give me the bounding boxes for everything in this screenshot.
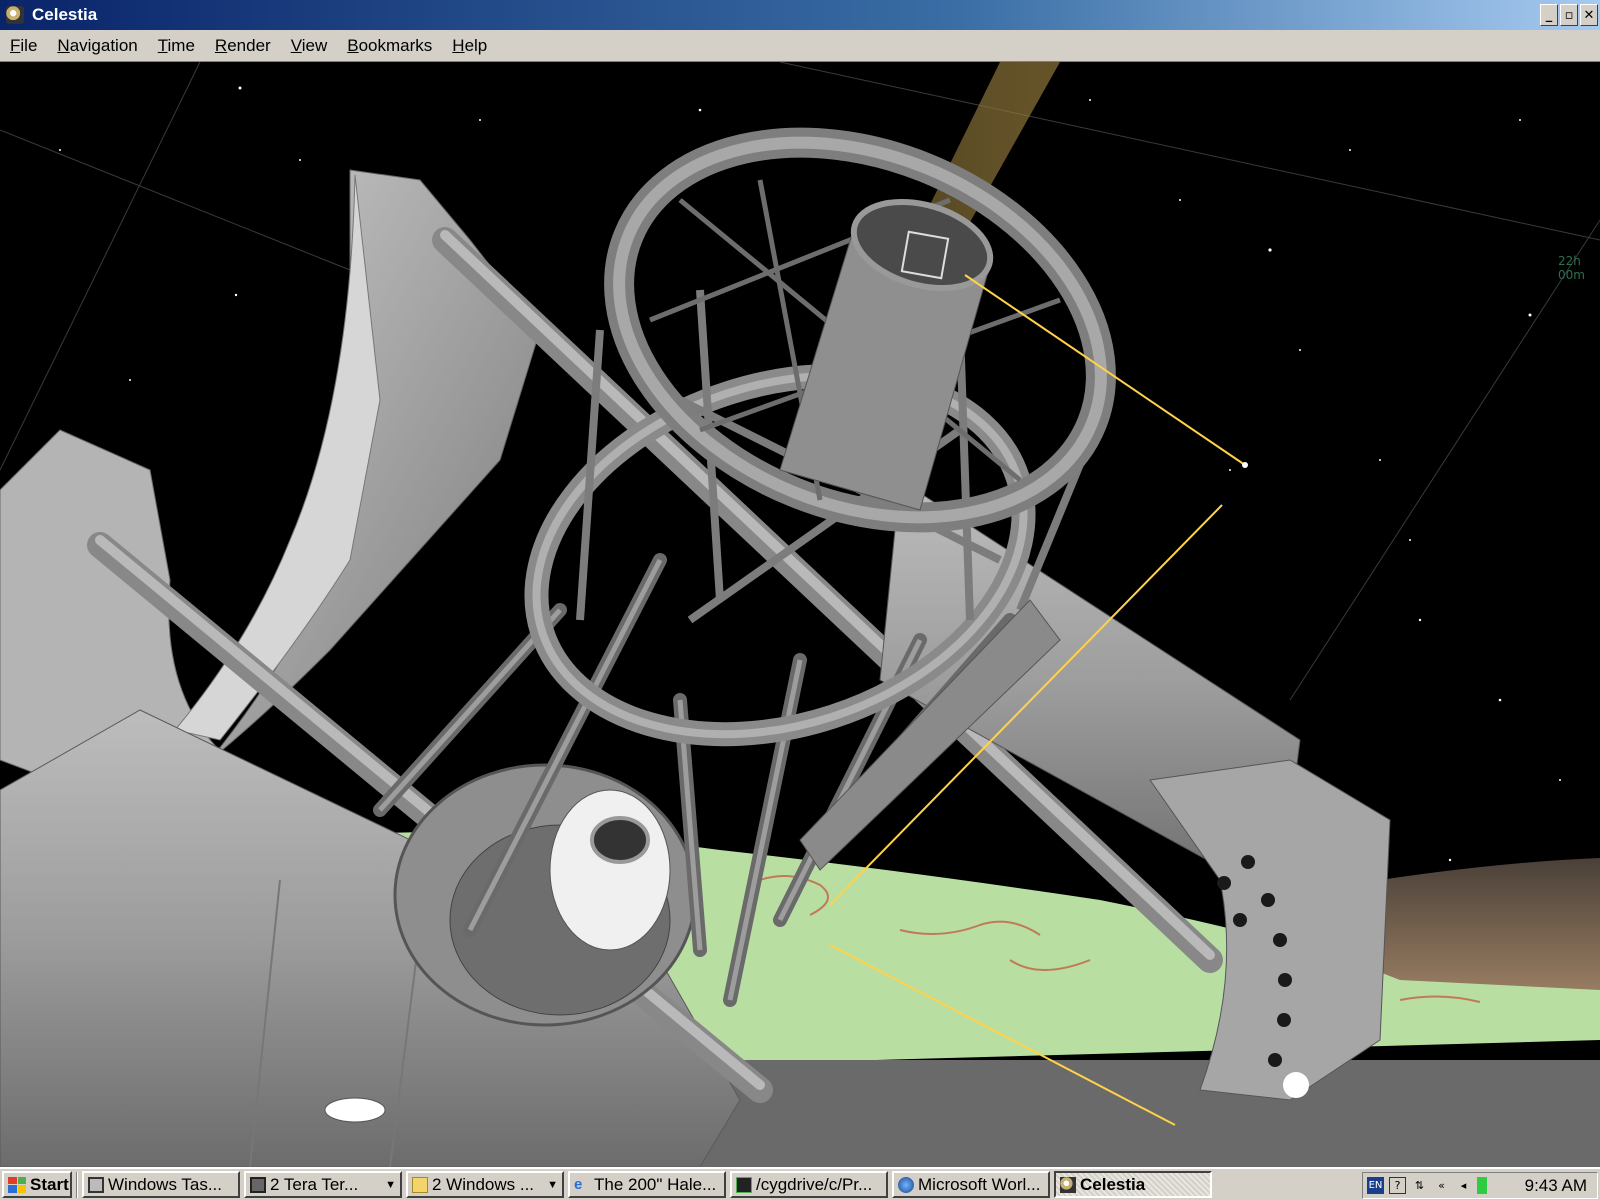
menu-file[interactable]: File <box>0 36 47 56</box>
start-label: Start <box>30 1174 69 1194</box>
cassegrain-port <box>590 816 650 864</box>
language-indicator[interactable]: EN <box>1367 1177 1384 1194</box>
network-icon[interactable]: ⇅ <box>1411 1177 1428 1194</box>
volume-icon[interactable]: ◂ <box>1455 1177 1472 1194</box>
telescope-scene <box>0 62 1600 1167</box>
task-cygwin[interactable]: /cygdrive/c/Pr... <box>730 1171 888 1198</box>
close-button[interactable]: ✕ <box>1580 4 1598 26</box>
chevron-down-icon: ▼ <box>385 1178 396 1191</box>
render-viewport[interactable]: 22h 00m <box>0 62 1600 1167</box>
menu-navigation[interactable]: Navigation <box>47 36 147 56</box>
system-tray: EN ? ⇅ « ◂ 9:43 AM <box>1362 1172 1598 1199</box>
menu-bar: File Navigation Time Render View Bookmar… <box>0 30 1600 62</box>
task-tera-term-group[interactable]: 2 Tera Ter... ▼ <box>244 1171 402 1198</box>
menu-render[interactable]: Render <box>205 36 281 56</box>
cygwin-icon <box>736 1176 752 1193</box>
task-celestia[interactable]: Celestia <box>1054 1171 1212 1198</box>
terminal-icon <box>250 1176 266 1193</box>
chevron-left-icon[interactable]: « <box>1433 1177 1450 1194</box>
computer-icon <box>88 1176 104 1193</box>
minimize-button[interactable]: _ <box>1540 4 1558 26</box>
folder-icon <box>412 1176 428 1193</box>
worldwide-telescope-icon <box>898 1176 914 1193</box>
task-windows-explorer-group[interactable]: 2 Windows ... ▼ <box>406 1171 564 1198</box>
celestia-icon <box>1060 1176 1076 1193</box>
restore-button[interactable]: ▫ <box>1560 4 1578 26</box>
task-internet-explorer[interactable]: e The 200" Hale... <box>568 1171 726 1198</box>
taskbar: Start Windows Tas... 2 Tera Ter... ▼ 2 W… <box>0 1167 1600 1200</box>
window-title: Celestia <box>32 5 98 24</box>
grid-coordinate-label: 22h 00m <box>1558 254 1585 282</box>
windows-logo-icon <box>8 1176 26 1193</box>
help-icon[interactable]: ? <box>1389 1177 1406 1194</box>
start-button[interactable]: Start <box>2 1171 72 1198</box>
chevron-down-icon: ▼ <box>547 1178 558 1191</box>
window-controls: _ ▫ ✕ <box>1540 4 1598 26</box>
title-bar[interactable]: Celestia _ ▫ ✕ <box>0 0 1600 30</box>
menu-view[interactable]: View <box>281 36 338 56</box>
task-worldwide-telescope[interactable]: Microsoft Worl... <box>892 1171 1050 1198</box>
menu-bookmarks[interactable]: Bookmarks <box>337 36 442 56</box>
celestia-app-icon[interactable] <box>6 6 24 24</box>
task-windows-task-manager[interactable]: Windows Tas... <box>82 1171 240 1198</box>
ie-icon: e <box>574 1175 583 1193</box>
status-icon[interactable] <box>1477 1177 1487 1194</box>
menu-help[interactable]: Help <box>442 36 497 56</box>
clock[interactable]: 9:43 AM <box>1525 1176 1587 1196</box>
menu-time[interactable]: Time <box>148 36 205 56</box>
